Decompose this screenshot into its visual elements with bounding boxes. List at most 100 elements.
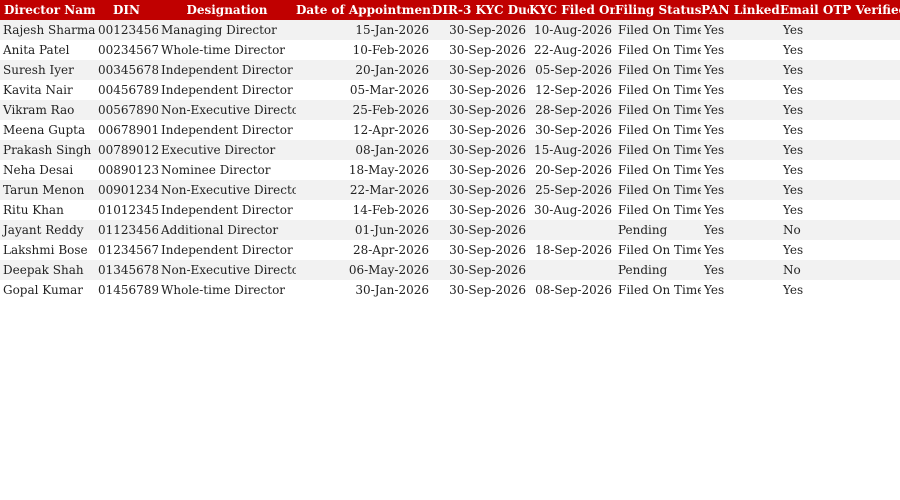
cell-director-name[interactable]: Ritu Khan [0, 200, 95, 220]
cell-designation[interactable]: Non-Executive Director [158, 180, 296, 200]
column-header-date-of-appointment[interactable]: Date of Appointment [296, 0, 432, 20]
cell-filing-status[interactable]: Filed On Time [615, 120, 701, 140]
cell-din[interactable]: 01456789 [95, 280, 158, 300]
cell-designation[interactable]: Non-Executive Director [158, 100, 296, 120]
column-header-pan-linked[interactable]: PAN Linked [701, 0, 780, 20]
cell-din[interactable]: 01234567 [95, 240, 158, 260]
cell-kyc-due[interactable]: 30-Sep-2026 [432, 280, 529, 300]
cell-email-otp-verified[interactable]: Yes [780, 240, 900, 260]
cell-filing-status[interactable]: Filed On Time [615, 200, 701, 220]
cell-kyc-filed-on[interactable]: 15-Aug-2026 [529, 140, 615, 160]
column-header-kyc-due[interactable]: DIR-3 KYC Due [432, 0, 529, 20]
cell-kyc-filed-on[interactable]: 18-Sep-2026 [529, 240, 615, 260]
cell-kyc-filed-on[interactable]: 25-Sep-2026 [529, 180, 615, 200]
cell-designation[interactable]: Independent Director [158, 60, 296, 80]
cell-din[interactable]: 00890123 [95, 160, 158, 180]
cell-kyc-filed-on[interactable]: 12-Sep-2026 [529, 80, 615, 100]
table-row[interactable]: Lakshmi Bose 01234567 Independent Director… [0, 240, 900, 260]
cell-designation[interactable]: Independent Director [158, 80, 296, 100]
cell-pan-linked[interactable]: Yes [701, 280, 780, 300]
cell-kyc-due[interactable]: 30-Sep-2026 [432, 180, 529, 200]
cell-pan-linked[interactable]: Yes [701, 260, 780, 280]
cell-filing-status[interactable]: Filed On Time [615, 60, 701, 80]
cell-din[interactable]: 00345678 [95, 60, 158, 80]
cell-filing-status[interactable]: Pending [615, 220, 701, 240]
cell-designation[interactable]: Additional Director [158, 220, 296, 240]
cell-din[interactable]: 00789012 [95, 140, 158, 160]
cell-kyc-filed-on[interactable] [529, 220, 615, 240]
cell-pan-linked[interactable]: Yes [701, 80, 780, 100]
cell-kyc-due[interactable]: 30-Sep-2026 [432, 20, 529, 40]
table-row[interactable]: Meena Gupta 00678901 Independent Director 1… [0, 120, 900, 140]
cell-filing-status[interactable]: Filed On Time [615, 100, 701, 120]
cell-designation[interactable]: Independent Director [158, 240, 296, 260]
cell-kyc-filed-on[interactable]: 22-Aug-2026 [529, 40, 615, 60]
cell-din[interactable]: 01012345 [95, 200, 158, 220]
cell-director-name[interactable]: Anita Patel [0, 40, 95, 60]
cell-email-otp-verified[interactable]: Yes [780, 80, 900, 100]
cell-director-name[interactable]: Tarun Menon [0, 180, 95, 200]
cell-din[interactable]: 00234567 [95, 40, 158, 60]
cell-designation[interactable]: Managing Director [158, 20, 296, 40]
cell-date-of-appointment[interactable]: 05-Mar-2026 [296, 80, 432, 100]
cell-date-of-appointment[interactable]: 15-Jan-2026 [296, 20, 432, 40]
cell-kyc-due[interactable]: 30-Sep-2026 [432, 260, 529, 280]
cell-designation[interactable]: Whole-time Director [158, 280, 296, 300]
cell-filing-status[interactable]: Pending [615, 260, 701, 280]
cell-filing-status[interactable]: Filed On Time [615, 180, 701, 200]
cell-pan-linked[interactable]: Yes [701, 20, 780, 40]
cell-director-name[interactable]: Jayant Reddy [0, 220, 95, 240]
cell-kyc-filed-on[interactable]: 28-Sep-2026 [529, 100, 615, 120]
table-row[interactable]: Anita Patel 00234567 Whole-time Director 10… [0, 40, 900, 60]
cell-email-otp-verified[interactable]: Yes [780, 60, 900, 80]
cell-date-of-appointment[interactable]: 12-Apr-2026 [296, 120, 432, 140]
cell-designation[interactable]: Non-Executive Director [158, 260, 296, 280]
cell-din[interactable]: 00456789 [95, 80, 158, 100]
cell-filing-status[interactable]: Filed On Time [615, 80, 701, 100]
cell-kyc-filed-on[interactable]: 10-Aug-2026 [529, 20, 615, 40]
cell-director-name[interactable]: Suresh Iyer [0, 60, 95, 80]
cell-director-name[interactable]: Kavita Nair [0, 80, 95, 100]
column-header-din[interactable]: DIN [95, 0, 158, 20]
cell-kyc-filed-on[interactable]: 05-Sep-2026 [529, 60, 615, 80]
cell-date-of-appointment[interactable]: 22-Mar-2026 [296, 180, 432, 200]
column-header-designation[interactable]: Designation [158, 0, 296, 20]
cell-din[interactable]: 00123456 [95, 20, 158, 40]
cell-email-otp-verified[interactable]: Yes [780, 180, 900, 200]
table-row[interactable]: Neha Desai 00890123 Nominee Director 18-May… [0, 160, 900, 180]
table-row[interactable]: Ritu Khan 01012345 Independent Director 14-… [0, 200, 900, 220]
table-row[interactable]: Rajesh Sharma 00123456 Managing Director 15… [0, 20, 900, 40]
cell-email-otp-verified[interactable]: No [780, 260, 900, 280]
cell-email-otp-verified[interactable]: Yes [780, 200, 900, 220]
cell-date-of-appointment[interactable]: 28-Apr-2026 [296, 240, 432, 260]
cell-pan-linked[interactable]: Yes [701, 100, 780, 120]
cell-filing-status[interactable]: Filed On Time [615, 280, 701, 300]
cell-date-of-appointment[interactable]: 30-Jan-2026 [296, 280, 432, 300]
table-row[interactable]: Deepak Shah 01345678 Non-Executive Directo… [0, 260, 900, 280]
cell-kyc-due[interactable]: 30-Sep-2026 [432, 40, 529, 60]
cell-din[interactable]: 01345678 [95, 260, 158, 280]
cell-pan-linked[interactable]: Yes [701, 60, 780, 80]
cell-date-of-appointment[interactable]: 14-Feb-2026 [296, 200, 432, 220]
cell-date-of-appointment[interactable]: 20-Jan-2026 [296, 60, 432, 80]
cell-kyc-due[interactable]: 30-Sep-2026 [432, 80, 529, 100]
cell-date-of-appointment[interactable]: 10-Feb-2026 [296, 40, 432, 60]
cell-date-of-appointment[interactable]: 18-May-2026 [296, 160, 432, 180]
cell-kyc-due[interactable]: 30-Sep-2026 [432, 240, 529, 260]
cell-din[interactable]: 01123456 [95, 220, 158, 240]
cell-director-name[interactable]: Neha Desai [0, 160, 95, 180]
cell-kyc-due[interactable]: 30-Sep-2026 [432, 120, 529, 140]
cell-kyc-filed-on[interactable]: 20-Sep-2026 [529, 160, 615, 180]
cell-pan-linked[interactable]: Yes [701, 40, 780, 60]
cell-email-otp-verified[interactable]: Yes [780, 20, 900, 40]
cell-email-otp-verified[interactable]: Yes [780, 160, 900, 180]
cell-pan-linked[interactable]: Yes [701, 160, 780, 180]
cell-kyc-due[interactable]: 30-Sep-2026 [432, 140, 529, 160]
cell-date-of-appointment[interactable]: 01-Jun-2026 [296, 220, 432, 240]
cell-pan-linked[interactable]: Yes [701, 240, 780, 260]
cell-kyc-due[interactable]: 30-Sep-2026 [432, 220, 529, 240]
cell-email-otp-verified[interactable]: Yes [780, 40, 900, 60]
cell-filing-status[interactable]: Filed On Time [615, 20, 701, 40]
cell-filing-status[interactable]: Filed On Time [615, 240, 701, 260]
cell-kyc-due[interactable]: 30-Sep-2026 [432, 60, 529, 80]
